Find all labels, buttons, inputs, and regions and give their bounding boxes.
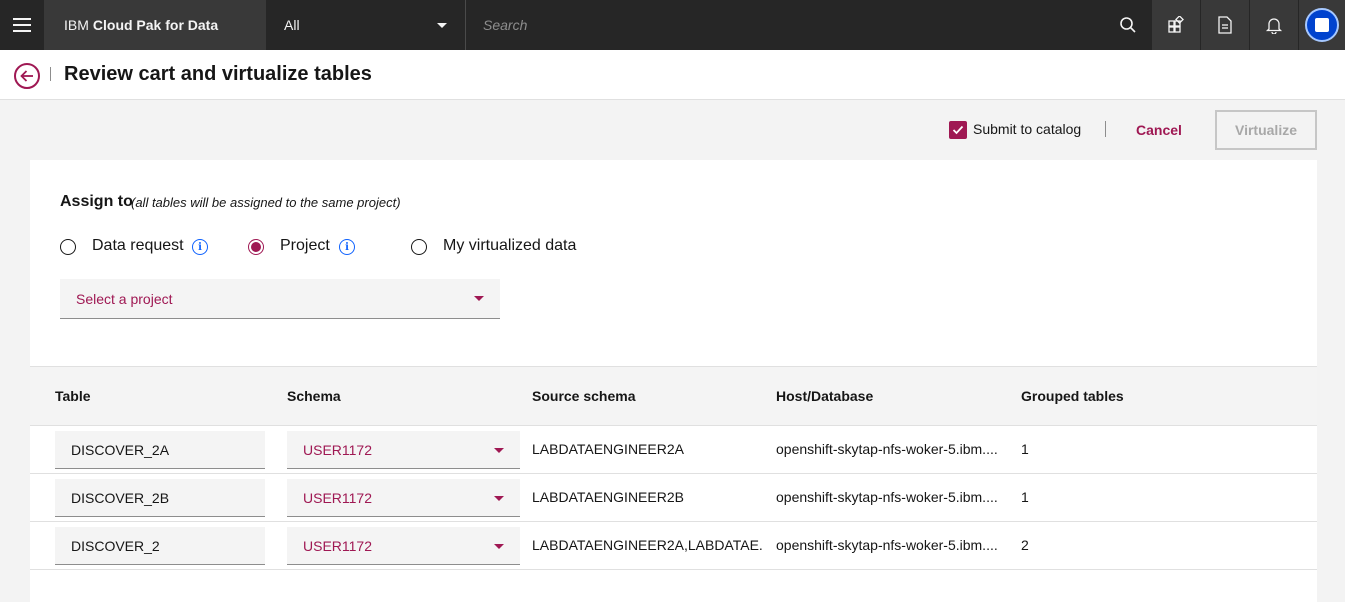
- info-icon[interactable]: i: [339, 239, 355, 255]
- table-name-input[interactable]: DISCOVER_2A: [55, 431, 265, 469]
- brand-prefix: IBM: [64, 17, 89, 33]
- chevron-down-icon: [494, 448, 504, 453]
- page-title: Review cart and virtualize tables: [64, 63, 372, 85]
- scope-dropdown[interactable]: All: [266, 0, 466, 50]
- submit-to-catalog-label[interactable]: Submit to catalog: [973, 121, 1081, 137]
- table-row: DISCOVER_2A USER1172 LABDATAENGINEER2A o…: [30, 426, 1317, 474]
- project-select[interactable]: Select a project: [60, 279, 500, 319]
- column-header-schema[interactable]: Schema: [287, 388, 341, 404]
- radio-label-my-virtualized-data[interactable]: My virtualized data: [443, 237, 576, 255]
- cart-card: Assign to (all tables will be assigned t…: [30, 160, 1317, 602]
- column-header-table[interactable]: Table: [55, 388, 91, 404]
- info-icon[interactable]: i: [192, 239, 208, 255]
- schema-value: USER1172: [303, 537, 373, 554]
- chevron-down-icon: [494, 544, 504, 549]
- grouped-tables-count: 2: [1021, 537, 1029, 553]
- brand-name: Cloud Pak for Data: [92, 17, 219, 33]
- project-select-placeholder: Select a project: [76, 290, 173, 307]
- schema-value: USER1172: [303, 441, 373, 458]
- grouped-tables-count: 1: [1021, 489, 1029, 505]
- source-schema: LABDATAENGINEER2B: [532, 489, 684, 505]
- apps-icon[interactable]: [1152, 0, 1200, 50]
- table-header: Table Schema Source schema Host/Database…: [30, 366, 1317, 426]
- avatar: [1305, 8, 1339, 42]
- chevron-down-icon: [494, 496, 504, 501]
- chevron-down-icon: [474, 296, 484, 301]
- search-placeholder: Search: [483, 17, 528, 33]
- page-header: Review cart and virtualize tables: [0, 50, 1345, 100]
- column-header-host-database[interactable]: Host/Database: [776, 388, 873, 404]
- header-divider: [50, 67, 51, 81]
- menu-icon[interactable]: [0, 0, 44, 50]
- document-icon[interactable]: [1201, 0, 1249, 50]
- cancel-button[interactable]: Cancel: [1116, 110, 1202, 150]
- product-brand[interactable]: IBM Cloud Pak for Data: [44, 0, 266, 50]
- notification-icon[interactable]: [1250, 0, 1298, 50]
- search-input[interactable]: Search: [466, 0, 1152, 50]
- assign-to-note: (all tables will be assigned to the same…: [131, 195, 401, 210]
- table-name-input[interactable]: DISCOVER_2B: [55, 479, 265, 517]
- schema-select[interactable]: USER1172: [287, 431, 520, 469]
- radio-label-project[interactable]: Project: [280, 237, 330, 255]
- radio-label-data-request[interactable]: Data request: [92, 237, 184, 255]
- source-schema: LABDATAENGINEER2A,LABDATAE...: [532, 537, 762, 553]
- host-database: openshift-skytap-nfs-woker-5.ibm....: [776, 441, 998, 457]
- column-header-grouped-tables[interactable]: Grouped tables: [1021, 388, 1124, 404]
- user-avatar[interactable]: [1299, 0, 1345, 50]
- source-schema: LABDATAENGINEER2A: [532, 441, 684, 457]
- host-database: openshift-skytap-nfs-woker-5.ibm....: [776, 489, 998, 505]
- schema-value: USER1172: [303, 489, 373, 506]
- scope-value: All: [284, 17, 300, 33]
- table-row: DISCOVER_2 USER1172 LABDATAENGINEER2A,LA…: [30, 522, 1317, 570]
- assign-to-label: Assign to: [60, 193, 133, 210]
- action-divider: [1105, 121, 1106, 137]
- radio-data-request[interactable]: [60, 239, 76, 255]
- back-arrow-icon[interactable]: [14, 63, 40, 89]
- chevron-down-icon: [437, 23, 447, 28]
- virtualize-button[interactable]: Virtualize: [1215, 110, 1317, 150]
- table-name-input[interactable]: DISCOVER_2: [55, 527, 265, 565]
- schema-select[interactable]: USER1172: [287, 527, 520, 565]
- submit-to-catalog-checkbox[interactable]: [949, 121, 967, 139]
- radio-project[interactable]: [248, 239, 264, 255]
- search-icon[interactable]: [1105, 0, 1151, 50]
- radio-my-virtualized-data[interactable]: [411, 239, 427, 255]
- top-nav-bar: IBM Cloud Pak for Data All Search: [0, 0, 1345, 50]
- column-header-source-schema[interactable]: Source schema: [532, 388, 636, 404]
- table-row: DISCOVER_2B USER1172 LABDATAENGINEER2B o…: [30, 474, 1317, 522]
- grouped-tables-count: 1: [1021, 441, 1029, 457]
- host-database: openshift-skytap-nfs-woker-5.ibm....: [776, 537, 998, 553]
- schema-select[interactable]: USER1172: [287, 479, 520, 517]
